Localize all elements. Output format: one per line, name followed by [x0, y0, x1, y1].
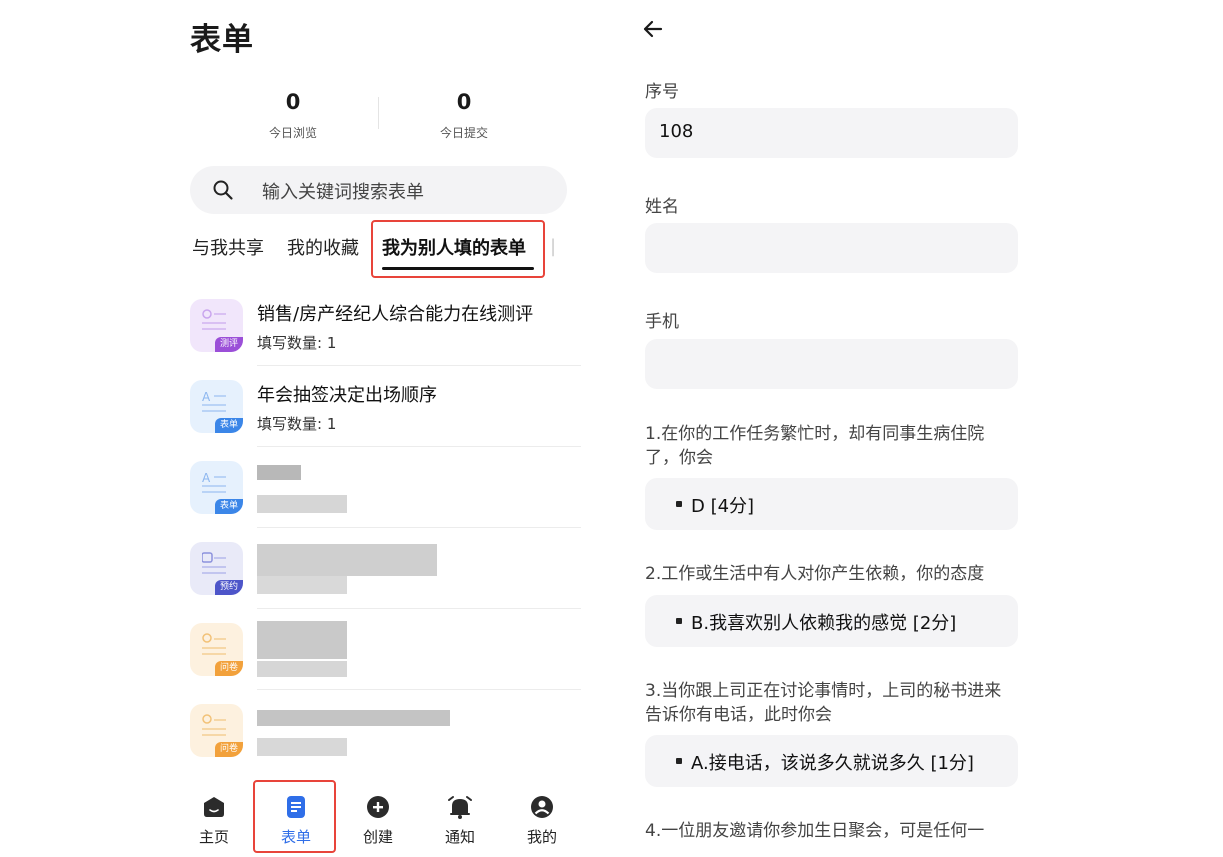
list-item-title: 销售/房产经纪人综合能力在线测评 — [257, 304, 534, 325]
nav-label: 我的 — [526, 828, 557, 846]
stat-label: 今日提交 — [439, 126, 488, 140]
back-arrow-icon[interactable] — [640, 16, 666, 42]
name-field[interactable] — [645, 223, 1018, 273]
calendar-icon: 预约 — [190, 542, 243, 595]
home-icon — [204, 797, 224, 817]
redacted-sub — [257, 738, 347, 756]
stat-value: 0 — [285, 90, 301, 114]
svg-text:A: A — [202, 390, 211, 404]
highlight-box-nav — [253, 780, 336, 853]
answer-text: B.我喜欢别人依赖我的感觉 [2分] — [691, 613, 957, 634]
questionnaire-icon: 问卷 — [190, 623, 243, 676]
question-4: 4.一位朋友邀请你参加生日聚会，可是任何一 — [645, 821, 985, 841]
tab-overflow-hint: | — [550, 236, 557, 257]
highlight-box-tab — [371, 220, 545, 278]
field-label-name: 姓名 — [645, 197, 679, 217]
bullet — [676, 501, 682, 507]
bullet — [676, 758, 682, 764]
redacted-sub — [257, 495, 347, 513]
stat-divider — [378, 97, 379, 129]
questionnaire-icon: 问卷 — [190, 704, 243, 757]
bell-icon — [448, 796, 472, 819]
tag-questionnaire: 问卷 — [214, 661, 243, 676]
nav-create[interactable]: 创建 — [346, 794, 410, 847]
answer-2[interactable]: B.我喜欢别人依赖我的感觉 [2分] — [645, 595, 1018, 647]
nav-notifications[interactable]: 通知 — [428, 794, 492, 847]
stat-today-submits: 0 今日提交 — [399, 90, 529, 141]
tab-my-favorites[interactable]: 我的收藏 — [287, 234, 359, 260]
question-1: 1.在你的工作任务繁忙时，却有同事生病住院了，你会 — [645, 424, 985, 468]
form-icon: A 表单 — [190, 461, 243, 514]
question-2: 2.工作或生活中有人对你产生依赖，你的态度 — [645, 564, 985, 584]
svg-text:A: A — [202, 471, 211, 485]
tab-shared-with-me[interactable]: 与我共享 — [192, 234, 264, 260]
field-label-serial: 序号 — [645, 82, 679, 102]
question-3: 3.当你跟上司正在讨论事情时，上司的秘书进来告诉你有电话，此时你会 — [645, 681, 1002, 725]
phone-field[interactable] — [645, 339, 1018, 389]
redacted-title — [257, 465, 301, 480]
nav-label: 通知 — [444, 828, 475, 846]
plus-circle-icon — [367, 796, 389, 818]
nav-label: 创建 — [362, 828, 393, 846]
tag-questionnaire: 问卷 — [214, 742, 243, 757]
list-item[interactable]: A 表单 年会抽签决定出场顺序 填写数量: 1 — [176, 366, 596, 447]
assessment-icon: 测评 — [190, 299, 243, 352]
search-icon — [213, 180, 233, 200]
nav-home[interactable]: 主页 — [182, 794, 246, 847]
list-item[interactable]: 问卷 — [176, 609, 596, 690]
tag-booking: 预约 — [214, 580, 243, 595]
tag-assessment: 测评 — [214, 337, 243, 352]
redacted-title — [257, 544, 437, 576]
form-detail-screen: 序号 108 姓名 手机 1.在你的工作任务繁忙时，却有同事生病住院了，你会 D… — [630, 0, 1050, 857]
page-title: 表单 — [190, 22, 254, 58]
redacted-sub — [257, 576, 347, 594]
redacted-sub — [257, 661, 347, 677]
redacted-title — [257, 710, 450, 726]
tag-form: 表单 — [214, 499, 243, 514]
list-item[interactable]: 测评 销售/房产经纪人综合能力在线测评 填写数量: 1 — [176, 285, 596, 366]
form-icon: A 表单 — [190, 380, 243, 433]
serial-field[interactable]: 108 — [645, 108, 1018, 158]
list-item[interactable]: 预约 — [176, 528, 596, 609]
list-item-count: 填写数量: 1 — [257, 415, 337, 433]
nav-label: 主页 — [198, 828, 229, 846]
answer-text: D [4分] — [691, 496, 755, 517]
list-item[interactable]: 问卷 — [176, 690, 596, 771]
tab-bar: 与我共享 我的收藏 我为别人填的表单 | — [176, 220, 596, 280]
search-placeholder: 输入关键词搜索表单 — [262, 182, 424, 203]
search-bar[interactable]: 输入关键词搜索表单 — [190, 166, 567, 214]
nav-profile[interactable]: 我的 — [510, 794, 574, 847]
list-item[interactable]: A 表单 — [176, 447, 596, 528]
field-label-phone: 手机 — [645, 312, 679, 332]
list-item-count: 填写数量: 1 — [257, 334, 337, 352]
answer-3[interactable]: A.接电话，该说多久就说多久 [1分] — [645, 735, 1018, 787]
stat-today-views: 0 今日浏览 — [228, 90, 358, 141]
bottom-nav: 主页 表单 创建 通知 我的 — [176, 780, 596, 857]
answer-text: A.接电话，该说多久就说多久 [1分] — [691, 753, 974, 774]
form-list-screen: 表单 0 今日浏览 0 今日提交 输入关键词搜索表单 与我共享 我的收藏 我为别… — [176, 0, 596, 857]
serial-value: 108 — [659, 121, 694, 142]
stat-value: 0 — [456, 90, 472, 114]
list-item-title: 年会抽签决定出场顺序 — [257, 385, 437, 406]
answer-1[interactable]: D [4分] — [645, 478, 1018, 530]
user-icon — [531, 796, 553, 818]
tag-form: 表单 — [214, 418, 243, 433]
redacted-title — [257, 621, 347, 659]
stat-label: 今日浏览 — [268, 126, 317, 140]
bullet — [676, 618, 682, 624]
